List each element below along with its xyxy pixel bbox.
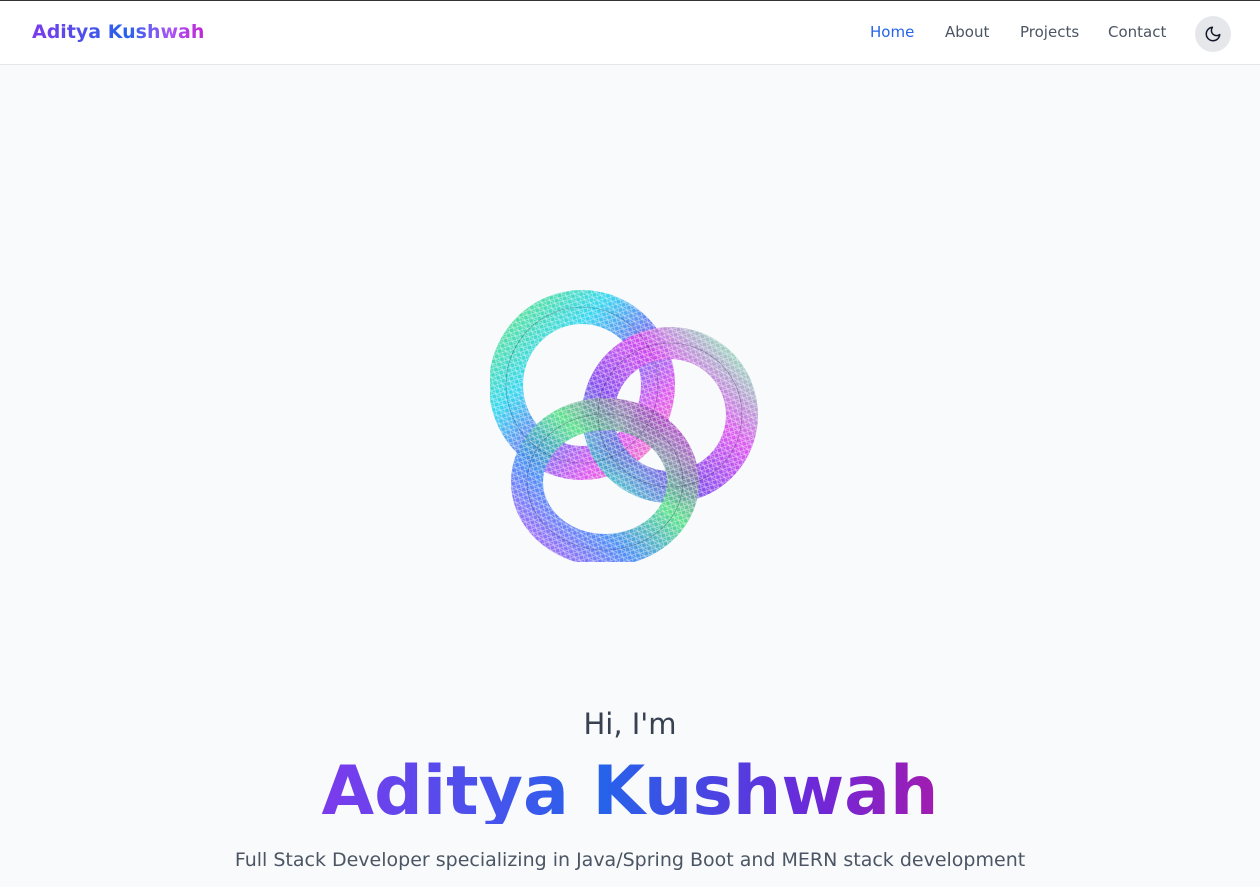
nav-link-about[interactable]: About — [945, 23, 989, 41]
theme-toggle-button[interactable] — [1195, 16, 1231, 52]
hero-name-text: Aditya Kushwah — [322, 752, 939, 824]
torus-knot-visual — [489, 290, 760, 566]
torus-knot-wireframe — [489, 290, 758, 566]
nav-link-projects[interactable]: Projects — [1020, 23, 1079, 41]
nav-links: Home About Projects Contact — [0, 23, 1260, 45]
nav-link-contact[interactable]: Contact — [1108, 23, 1166, 41]
nav-link-home[interactable]: Home — [870, 23, 914, 41]
navbar: Aditya Kushwah Home About Projects Conta… — [0, 1, 1260, 65]
moon-icon — [1205, 26, 1221, 42]
hero-greeting: Hi, I'm — [583, 707, 677, 741]
hero-name: Aditya Kushwah — [0, 752, 1260, 824]
hero-tagline: Full Stack Developer specializing in Jav… — [234, 849, 1026, 871]
